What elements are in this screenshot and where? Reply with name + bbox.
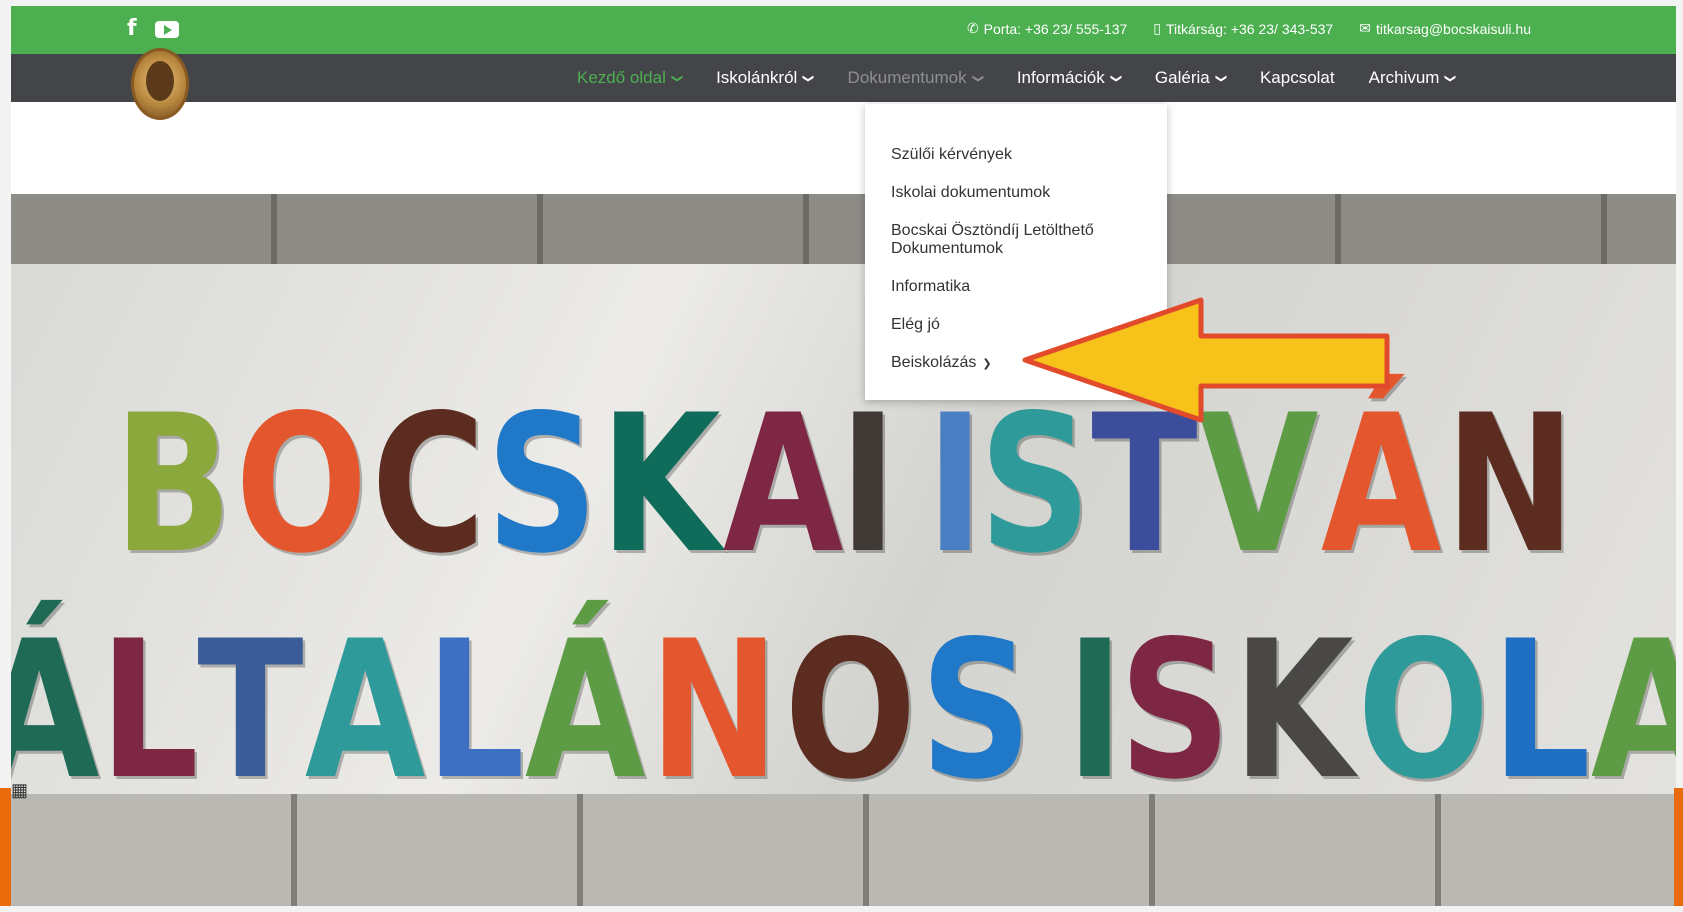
sign-letter: N (1445, 374, 1575, 595)
dropdown-item-scholarship-documents[interactable]: Bocskai Ösztöndíj Letölthető Dokumentumo… (891, 222, 1131, 258)
sign-letter: O (235, 374, 368, 595)
nav-home[interactable]: Kezdő oldal ❯ (577, 68, 684, 88)
slide-edge-left (0, 788, 11, 906)
sign-letter: A (304, 600, 426, 821)
brick-wall-top (11, 194, 1676, 264)
slide-edge-right (1674, 788, 1683, 906)
annotation-arrow (1022, 297, 1390, 423)
sign-letter: L (425, 600, 524, 821)
sign-letter: T (197, 600, 304, 821)
contact-topbar: f ✆ Porta: +36 23/ 555-137 ▯ Titkárság: … (11, 6, 1676, 54)
sign-letter: K (600, 374, 721, 595)
chevron-down-icon: ❯ (670, 73, 684, 83)
chevron-down-icon: ❯ (1444, 73, 1458, 83)
chevron-down-icon: ❯ (1109, 73, 1123, 83)
browser-viewport: f ✆ Porta: +36 23/ 555-137 ▯ Titkárság: … (11, 6, 1676, 906)
secretary-phone-text: Titkárság: +36 23/ 343-537 (1166, 21, 1334, 37)
email-link[interactable]: ✉ titkarsag@bocskaisuli.hu (1359, 21, 1531, 37)
nav-home-label: Kezdő oldal (577, 68, 666, 87)
nav-about-label: Iskolánkról (716, 68, 798, 87)
hero-image: BOCSKAI ISTVÁN ÁLTALÁNOS ISKOLA ▦ (11, 194, 1676, 906)
sign-letter: A (1591, 600, 1676, 821)
nav-contact[interactable]: Kapcsolat (1260, 68, 1335, 88)
sign-letter: L (1491, 600, 1590, 821)
nav-documents[interactable]: Dokumentumok ❯ (847, 68, 985, 88)
arrow-shape (1022, 297, 1390, 423)
sign-letter: Á (524, 600, 646, 821)
nav-about[interactable]: Iskolánkról ❯ (716, 68, 816, 88)
social-links: f (127, 18, 179, 40)
school-logo[interactable] (131, 48, 189, 120)
sign-letter: N (648, 600, 779, 821)
sign-letter: I (926, 374, 984, 595)
nav-contact-label: Kapcsolat (1259, 68, 1335, 87)
nav-archive[interactable]: Archivum ❯ (1368, 68, 1458, 88)
sign-letter: S (919, 600, 1032, 821)
sign-line-2: ÁLTALÁNOS ISKOLA (11, 600, 1676, 821)
enrollment-label: Beiskolázás (891, 354, 977, 371)
accessibility-icon[interactable]: ▦ (11, 780, 31, 820)
dropdown-item-school-documents[interactable]: Iskolai dokumentumok (891, 184, 1141, 202)
email-text: titkarsag@bocskaisuli.hu (1375, 21, 1531, 37)
nav-gallery[interactable]: Galéria ❯ (1154, 68, 1228, 88)
brick-wall-bottom (11, 794, 1676, 906)
sign-letter: S (486, 374, 598, 595)
main-menu: Kezdő oldal ❯ Iskolánkról ❯ Dokumentumok… (577, 54, 1490, 102)
sign-letter: I (1066, 600, 1124, 821)
main-navbar: Kezdő oldal ❯ Iskolánkról ❯ Dokumentumok… (11, 48, 1676, 120)
mobile-icon: ▯ (1153, 21, 1161, 37)
chevron-down-icon: ❯ (971, 73, 985, 83)
porta-phone-text: Porta: +36 23/ 555-137 (983, 21, 1128, 37)
nav-gallery-label: Galéria (1154, 68, 1210, 87)
chevron-right-icon: ❯ (982, 357, 992, 370)
phone-icon: ✆ (966, 21, 979, 37)
facebook-icon[interactable]: f (127, 18, 137, 40)
contact-info: ✆ Porta: +36 23/ 555-137 ▯ Titkárság: +3… (967, 21, 1531, 37)
nav-documents-label: Dokumentumok (847, 68, 967, 87)
sign-letter: L (99, 600, 199, 821)
sign-letter: O (1357, 600, 1489, 821)
nav-information-label: Információk (1016, 68, 1105, 87)
secretary-phone[interactable]: ▯ Titkárság: +36 23/ 343-537 (1153, 21, 1333, 37)
envelope-icon: ✉ (1359, 21, 1371, 37)
dropdown-item-informatics[interactable]: Informatika (891, 278, 1141, 296)
nav-archive-label: Archivum (1368, 68, 1440, 87)
porta-phone[interactable]: ✆ Porta: +36 23/ 555-137 (967, 21, 1127, 37)
sign-letter: S (1119, 600, 1231, 821)
sign-letter: O (784, 600, 916, 821)
sign-letter: C (371, 374, 485, 595)
nav-information[interactable]: Információk ❯ (1016, 68, 1123, 88)
sign-letter: A (723, 374, 844, 595)
chevron-down-icon: ❯ (802, 73, 816, 83)
sign-letter: K (1232, 600, 1354, 821)
sign-line-1: BOCSKAI ISTVÁN (11, 374, 1676, 595)
school-sign: BOCSKAI ISTVÁN ÁLTALÁNOS ISKOLA (11, 264, 1676, 824)
dropdown-item-parent-requests[interactable]: Szülői kérvények (891, 146, 1141, 164)
sign-letter: B (113, 374, 232, 595)
youtube-icon[interactable] (154, 20, 179, 38)
chevron-down-icon: ❯ (1214, 73, 1228, 83)
